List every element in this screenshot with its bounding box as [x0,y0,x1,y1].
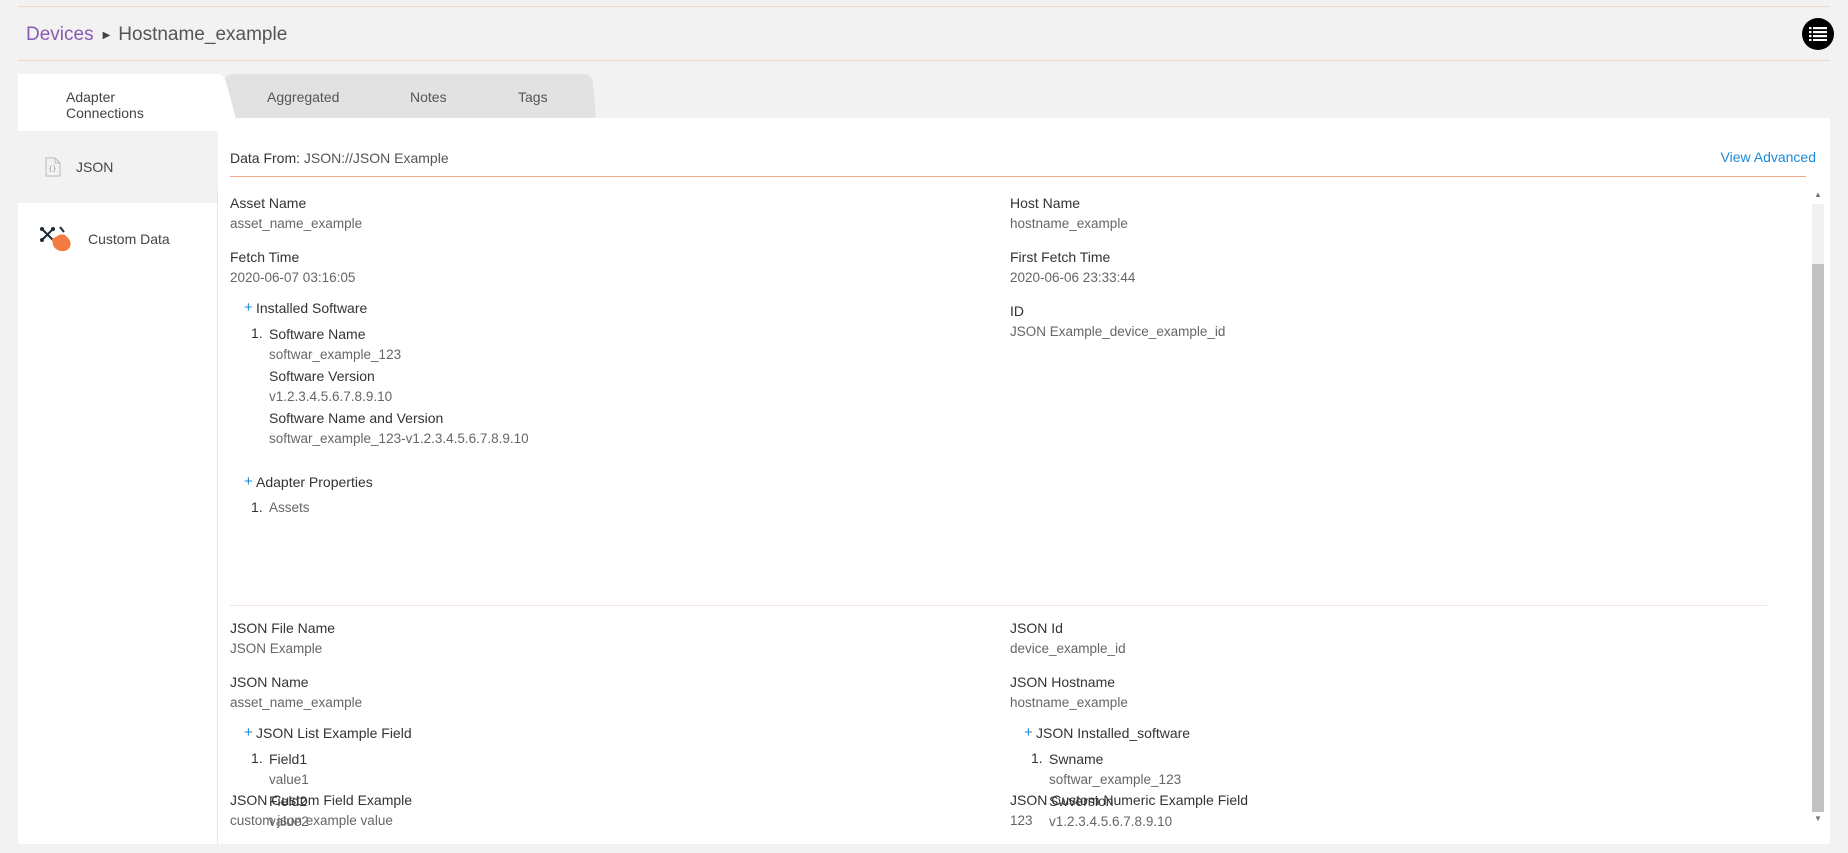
field-value: asset_name_example [230,216,363,231]
section-json-list-field: + JSON List Example Field [230,724,412,741]
field-json-file-name: JSON File Name JSON Example [230,619,335,658]
field-fetch-time: Fetch Time 2020-06-07 03:16:05 [230,248,355,287]
list-index: 1. [251,325,263,341]
field-value: 2020-06-06 23:33:44 [1010,270,1136,285]
section-title: JSON List Example Field [256,724,412,741]
menu-button[interactable] [1802,18,1834,50]
svg-text:{}: {} [48,165,56,173]
section-divider [230,605,1767,606]
field-label: First Fetch Time [1010,249,1111,265]
field-value: softwar_example_123 [269,347,402,362]
field-id: ID JSON Example_device_example_id [1010,302,1225,341]
field-label: Fetch Time [230,249,300,265]
adapter-sidebar: {} JSON Custom Data [18,118,218,844]
field-label: JSON Custom Numeric Example Field [1010,792,1249,808]
custom-data-icon [40,226,71,252]
sidebar-item-json-label: JSON [76,159,114,175]
expand-plus-icon[interactable]: + [230,473,256,490]
data-from: Data From: JSON://JSON Example [230,150,449,166]
section-title: Installed Software [256,299,368,316]
tab-notes[interactable]: Notes [410,89,447,105]
field-software-version: Software Version v1.2.3.4.5.6.7.8.9.10 [269,367,392,406]
field-software-name: Software Name softwar_example_123 [269,325,401,364]
sidebar-item-custom-data[interactable]: Custom Data [18,203,218,275]
data-from-value: JSON://JSON Example [303,150,449,166]
field-value: JSON Example [230,641,323,656]
sidebar-item-custom-data-label: Custom Data [88,231,170,247]
field-software-name-version: Software Name and Version softwar_exampl… [269,409,529,448]
breadcrumb-current: Hostname_example [118,24,288,45]
field-value: asset_name_example [230,695,363,710]
expand-plus-icon[interactable]: + [230,724,256,741]
scroll-down-arrow-icon[interactable]: ▼ [1812,814,1824,828]
field-value: softwar_example_123 [1049,772,1182,787]
header-divider [18,60,1830,61]
field-value: value1 [269,772,309,787]
section-json-installed-software: + JSON Installed_software [1010,724,1190,741]
scrollbar-thumb[interactable] [1812,264,1824,812]
field-json-custom-numeric: JSON Custom Numeric Example Field 123 [1010,791,1248,830]
list-index: 1. [1031,750,1043,766]
tab-adapter-connections[interactable]: Adapter Connections [66,89,144,121]
field-label: Software Name [269,326,366,342]
field-label: Field1 [269,751,308,767]
breadcrumb-devices-link[interactable]: Devices [26,24,94,46]
vertical-scrollbar[interactable]: ▲ ▼ [1810,188,1824,828]
data-from-label: Data From: [230,150,301,166]
main-panel: {} JSON Custom Data Data From: JSON://JS… [18,118,1830,844]
field-swname: Swname softwar_example_123 [1049,750,1181,789]
field-label: JSON Hostname [1010,674,1116,690]
adapter-details: Data From: JSON://JSON Example View Adva… [230,118,1824,844]
field-json-custom-field: JSON Custom Field Example custom json ex… [230,791,412,830]
field-value: 123 [1010,813,1033,828]
field-label: Asset Name [230,195,307,211]
json-file-icon: {} [45,157,61,177]
expand-plus-icon[interactable]: + [230,299,256,316]
field-json-id: JSON Id device_example_id [1010,619,1126,658]
field-label: ID [1010,303,1024,319]
tab-tags[interactable]: Tags [518,89,548,105]
list-index: 1. [251,499,263,515]
section-title: Adapter Properties [256,473,373,490]
breadcrumb: Devices ▶ Hostname_example [26,24,287,46]
scroll-up-arrow-icon[interactable]: ▲ [1812,190,1824,204]
field-json-name: JSON Name asset_name_example [230,673,362,712]
field-label: Software Version [269,368,375,384]
expand-plus-icon[interactable]: + [1010,724,1036,741]
section-installed-software: + Installed Software [230,299,367,316]
field-value: hostname_example [1010,216,1128,231]
field-field1: Field1 value1 [269,750,309,789]
field-value: v1.2.3.4.5.6.7.8.9.10 [269,389,393,404]
sidebar-item-json[interactable]: {} JSON [18,131,218,203]
field-host-name: Host Name hostname_example [1010,194,1128,233]
field-value: 2020-06-07 03:16:05 [230,270,356,285]
field-asset-name: Asset Name asset_name_example [230,194,362,233]
sidebar-divider [217,190,218,844]
field-value: custom json example value [230,813,393,828]
section-title: JSON Installed_software [1036,724,1191,741]
view-advanced-link[interactable]: View Advanced [1721,149,1816,165]
list-index: 1. [251,750,263,766]
field-value: device_example_id [1010,641,1126,656]
field-label: Software Name and Version [269,410,444,426]
list-menu-icon [1809,27,1827,41]
tab-aggregated[interactable]: Aggregated [267,89,339,105]
field-label: JSON File Name [230,620,336,636]
field-value: JSON Example_device_example_id [1010,324,1226,339]
data-from-divider [230,176,1806,177]
field-value: hostname_example [1010,695,1128,710]
breadcrumb-separator-icon: ▶ [102,29,111,41]
field-label: JSON Id [1010,620,1063,636]
details-scroll-area[interactable]: Asset Name asset_name_example Fetch Time… [230,188,1806,828]
field-label: JSON Custom Field Example [230,792,413,808]
field-label: Host Name [1010,195,1081,211]
field-label: Swname [1049,751,1104,767]
field-json-hostname: JSON Hostname hostname_example [1010,673,1128,712]
field-first-fetch-time: First Fetch Time 2020-06-06 23:33:44 [1010,248,1135,287]
field-value: softwar_example_123-v1.2.3.4.5.6.7.8.9.1… [269,431,529,446]
adapter-property-value: Assets [269,500,310,515]
field-label: JSON Name [230,674,309,690]
section-adapter-properties: + Adapter Properties [230,473,373,490]
